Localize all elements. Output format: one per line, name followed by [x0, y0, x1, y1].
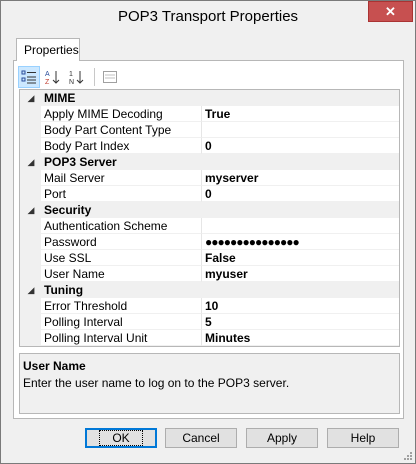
property-name: Use SSL	[41, 250, 202, 266]
category-label: Tuning	[41, 282, 399, 298]
property-row[interactable]: Polling Interval Unit Minutes	[20, 330, 399, 346]
svg-text:Z: Z	[45, 79, 50, 85]
property-value[interactable]	[202, 122, 399, 138]
categorized-icon	[21, 70, 36, 84]
category-label: Security	[41, 202, 399, 218]
property-row[interactable]: Mail Server myserver	[20, 170, 399, 186]
property-value[interactable]: 10	[202, 298, 399, 314]
svg-text:A: A	[45, 71, 50, 78]
property-value[interactable]: 0	[202, 186, 399, 202]
property-row[interactable]: Use SSL False	[20, 250, 399, 266]
property-row-selected[interactable]: User Name myuser	[20, 266, 399, 282]
collapse-icon[interactable]: ◢	[25, 90, 37, 106]
property-grid-toolbar: A Z 1 N	[18, 65, 398, 89]
property-name: Body Part Index	[41, 138, 202, 154]
property-value[interactable]: False	[202, 250, 399, 266]
categorized-button[interactable]	[18, 66, 40, 88]
apply-button[interactable]: Apply	[246, 428, 318, 448]
property-row[interactable]: Authentication Scheme	[20, 218, 399, 234]
toolbar-separator	[94, 68, 95, 86]
property-name: Authentication Scheme	[41, 218, 202, 234]
ordinal-icon: 1 N	[69, 71, 84, 85]
collapse-icon[interactable]: ◢	[25, 154, 37, 170]
property-pages-button[interactable]	[99, 66, 121, 88]
property-value[interactable]: True	[202, 106, 399, 122]
title-bar[interactable]: POP3 Transport Properties ✕	[1, 1, 415, 32]
close-button[interactable]: ✕	[368, 1, 413, 22]
alphabetical-icon: A Z	[45, 71, 60, 85]
property-name: Polling Interval Unit	[41, 330, 202, 346]
alphabetical-button[interactable]: A Z	[42, 66, 64, 88]
property-name: User Name	[41, 266, 202, 282]
dialog-window: POP3 Transport Properties ✕ Properties A…	[0, 0, 416, 464]
property-row[interactable]: Body Part Content Type	[20, 122, 399, 138]
property-pages-icon	[103, 71, 117, 83]
property-name: Apply MIME Decoding	[41, 106, 202, 122]
property-row[interactable]: Password ●●●●●●●●●●●●●●●	[20, 234, 399, 250]
window-title: POP3 Transport Properties	[117, 8, 299, 25]
password-value[interactable]: ●●●●●●●●●●●●●●●	[202, 234, 399, 250]
property-name: Mail Server	[41, 170, 202, 186]
property-value[interactable]: 5	[202, 314, 399, 330]
property-value[interactable]	[202, 218, 399, 234]
tab-properties[interactable]: Properties	[16, 38, 80, 61]
property-name: Polling Interval	[41, 314, 202, 330]
properties-panel: A Z 1 N ◢ MIME Apply MIME Decoding True …	[13, 60, 404, 419]
category-label: POP3 Server	[41, 154, 399, 170]
help-button[interactable]: Help	[327, 428, 399, 448]
ordinal-button[interactable]: 1 N	[66, 66, 88, 88]
property-name: Password	[41, 234, 202, 250]
property-row[interactable]: Port 0	[20, 186, 399, 202]
ok-button[interactable]: OK	[85, 428, 157, 448]
property-value[interactable]: Minutes	[202, 330, 399, 346]
property-name: Port	[41, 186, 202, 202]
property-row[interactable]: Polling Interval 5	[20, 314, 399, 330]
collapse-icon[interactable]: ◢	[25, 282, 37, 298]
category-row-mime[interactable]: ◢ MIME	[20, 90, 399, 106]
property-value[interactable]: myserver	[202, 170, 399, 186]
property-value[interactable]: myuser	[202, 266, 399, 282]
property-value[interactable]: 0	[202, 138, 399, 154]
category-row-tuning[interactable]: ◢ Tuning	[20, 282, 399, 298]
category-row-security[interactable]: ◢ Security	[20, 202, 399, 218]
cancel-button[interactable]: Cancel	[165, 428, 237, 448]
category-label: MIME	[41, 90, 399, 106]
collapse-icon[interactable]: ◢	[25, 202, 37, 218]
svg-text:1: 1	[69, 71, 73, 78]
ok-button-label: OK	[99, 430, 143, 446]
property-name: Body Part Content Type	[41, 122, 202, 138]
svg-text:N: N	[69, 79, 74, 85]
resize-grip-icon[interactable]	[402, 450, 412, 460]
description-text: Enter the user name to log on to the POP…	[23, 376, 290, 390]
description-title: User Name	[23, 359, 86, 373]
property-name: Error Threshold	[41, 298, 202, 314]
description-pane: User Name Enter the user name to log on …	[19, 353, 400, 414]
category-row-pop3-server[interactable]: ◢ POP3 Server	[20, 154, 399, 170]
property-row[interactable]: Body Part Index 0	[20, 138, 399, 154]
property-row[interactable]: Error Threshold 10	[20, 298, 399, 314]
property-grid: ◢ MIME Apply MIME Decoding True Body Par…	[19, 89, 400, 347]
property-row[interactable]: Apply MIME Decoding True	[20, 106, 399, 122]
